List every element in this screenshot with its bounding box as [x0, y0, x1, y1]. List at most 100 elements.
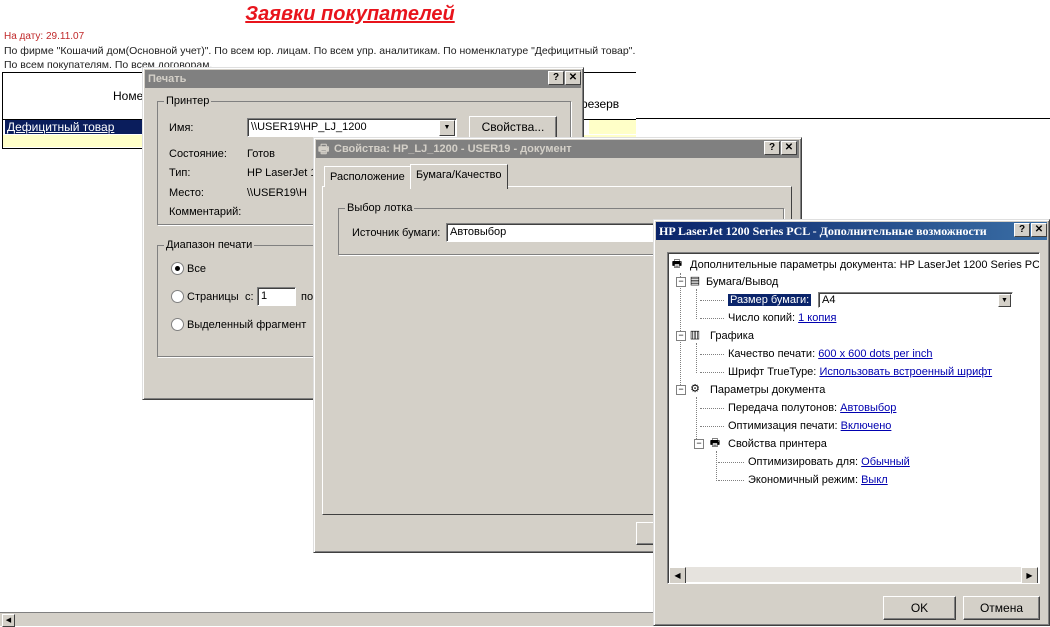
tree-item-paper-size[interactable]: Размер бумаги:	[728, 293, 812, 307]
print-quality-label: Качество печати:	[728, 348, 816, 360]
range-selection-radio[interactable]	[171, 318, 184, 331]
collapse-document-options-icon[interactable]: −	[676, 385, 686, 395]
tree-line	[700, 300, 724, 301]
halftone-value[interactable]: Автовыбор	[840, 402, 896, 414]
paper-size-select[interactable]: A4 ▼	[818, 292, 1013, 308]
column-header-reserve: резерв	[581, 97, 620, 111]
tree-item-economode[interactable]: Экономичный режим: Выкл	[748, 473, 888, 487]
chevron-down-icon[interactable]: ▼	[439, 120, 455, 136]
optimization-value[interactable]: Включено	[841, 420, 892, 432]
document-options-icon: ⚙	[690, 383, 700, 395]
tree-line	[700, 372, 724, 373]
scroll-right-icon[interactable]: ▶	[1021, 567, 1038, 583]
close-button[interactable]: ✕	[1031, 223, 1047, 237]
ok-button[interactable]: OK	[883, 596, 956, 620]
economode-value[interactable]: Выкл	[861, 474, 888, 486]
paper-size-value: A4	[822, 294, 836, 306]
range-all-label[interactable]: Все	[187, 263, 206, 275]
collapse-paper-icon[interactable]: −	[676, 277, 686, 287]
tree-line	[718, 462, 744, 463]
printer-features-icon: 🖶	[709, 437, 721, 449]
status-value: Готов	[247, 148, 275, 160]
copies-value[interactable]: 1 копия	[798, 312, 836, 324]
tree-line	[700, 426, 724, 427]
optimize-for-value[interactable]: Обычный	[861, 456, 910, 468]
tree-line	[718, 480, 744, 481]
truetype-value[interactable]: Использовать встроенный шрифт	[819, 366, 992, 378]
cancel-button[interactable]: Отмена	[963, 596, 1040, 620]
paper-size-label: Размер бумаги:	[728, 294, 812, 306]
status-label: Состояние:	[169, 148, 227, 160]
advanced-dialog-titlebar[interactable]: HP LaserJet 1200 Series PCL - Дополнител…	[656, 222, 1047, 240]
close-button[interactable]: ✕	[781, 141, 797, 155]
print-dialog-titlebar[interactable]: Печать	[145, 70, 581, 88]
table-row-yellow-cell	[589, 120, 636, 134]
tree-node-graphics[interactable]: Графика	[710, 329, 754, 343]
tree-line	[700, 354, 724, 355]
range-pages-label[interactable]: Страницы	[187, 291, 239, 303]
pages-to-label: по	[301, 291, 314, 303]
table-row-label[interactable]: Дефицитный товар	[5, 120, 153, 134]
tree-item-copies[interactable]: Число копий: 1 копия	[728, 311, 836, 325]
tree-item-print-quality[interactable]: Качество печати: 600 x 600 dots per inch	[728, 347, 933, 361]
page-horizontal-scrollbar[interactable]: ◀	[0, 612, 654, 627]
tree-line	[696, 343, 697, 373]
tray-group-label: Выбор лотка	[345, 202, 415, 214]
tree-line	[700, 408, 724, 409]
printer-name-select[interactable]: \\USER19\HP_LJ_1200 ▼	[247, 118, 457, 137]
type-value: HP LaserJet 1	[247, 167, 317, 179]
comment-label: Комментарий:	[169, 206, 242, 218]
column-header-name: Номе	[113, 89, 144, 103]
report-date: На дату: 29.11.07	[4, 31, 85, 42]
properties-dialog-title: Свойства: HP_LJ_1200 - USER19 - документ	[334, 143, 572, 155]
properties-button[interactable]: Свойства...	[469, 116, 557, 139]
graphics-icon: ▥	[689, 329, 701, 341]
help-button[interactable]: ?	[548, 71, 564, 85]
optimization-label: Оптимизация печати:	[728, 420, 838, 432]
optimize-for-label: Оптимизировать для:	[748, 456, 859, 468]
copies-label: Число копий:	[728, 312, 796, 324]
tree-root[interactable]: Дополнительные параметры документа: HP L…	[690, 258, 1039, 272]
where-value: \\USER19\H	[247, 187, 307, 199]
tree-horizontal-scrollbar[interactable]: ◀ ▶	[669, 567, 1038, 583]
chevron-down-icon[interactable]: ▼	[998, 294, 1011, 307]
tree-line	[696, 289, 697, 319]
halftone-label: Передача полутонов:	[728, 402, 838, 414]
report-rule	[636, 118, 1050, 119]
scroll-left-arrow-icon[interactable]: ◀	[2, 614, 15, 627]
tree-item-optimize-for[interactable]: Оптимизировать для: Обычный	[748, 455, 910, 469]
collapse-graphics-icon[interactable]: −	[676, 331, 686, 341]
properties-dialog-titlebar[interactable]: 🖶 Свойства: HP_LJ_1200 - USER19 - докуме…	[316, 140, 799, 158]
economode-label: Экономичный режим:	[748, 474, 859, 486]
tree-node-printer-features[interactable]: Свойства принтера	[728, 437, 827, 451]
range-pages-radio[interactable]	[171, 290, 184, 303]
tree-item-optimization[interactable]: Оптимизация печати: Включено	[728, 419, 891, 433]
range-selection-label[interactable]: Выделенный фрагмент	[187, 319, 306, 331]
print-quality-value[interactable]: 600 x 600 dots per inch	[818, 348, 932, 360]
pages-from-input[interactable]: 1	[257, 287, 296, 306]
tree-item-halftone[interactable]: Передача полутонов: Автовыбор	[728, 401, 896, 415]
tab-layout[interactable]: Расположение	[324, 166, 411, 187]
printer-icon: 🖶	[318, 142, 330, 156]
document-settings-icon: 🖶	[671, 258, 683, 270]
close-button[interactable]: ✕	[565, 71, 581, 85]
help-button[interactable]: ?	[1014, 223, 1030, 237]
range-all-radio[interactable]	[171, 262, 184, 275]
print-range-label: Диапазон печати	[164, 239, 255, 251]
options-tree[interactable]: 🖶 Дополнительные параметры документа: HP…	[667, 252, 1040, 584]
truetype-label: Шрифт TrueType:	[728, 366, 817, 378]
printer-group-label: Принтер	[164, 95, 212, 107]
scroll-left-icon[interactable]: ◀	[669, 567, 686, 583]
help-button[interactable]: ?	[764, 141, 780, 155]
tree-node-paper-output[interactable]: Бумага/Вывод	[706, 275, 778, 289]
tab-paper-quality[interactable]: Бумага/Качество	[410, 164, 508, 189]
tree-item-truetype[interactable]: Шрифт TrueType: Использовать встроенный …	[728, 365, 992, 379]
paper-icon: ▤	[689, 275, 701, 287]
report-title: Заявки покупателей	[245, 3, 455, 25]
collapse-printer-features-icon[interactable]: −	[694, 439, 704, 449]
pages-from-label: с:	[245, 291, 254, 303]
printer-name-value: \\USER19\HP_LJ_1200	[251, 121, 367, 133]
type-label: Тип:	[169, 167, 191, 179]
tree-node-document-options[interactable]: Параметры документа	[710, 383, 825, 397]
tree-line	[700, 318, 724, 319]
